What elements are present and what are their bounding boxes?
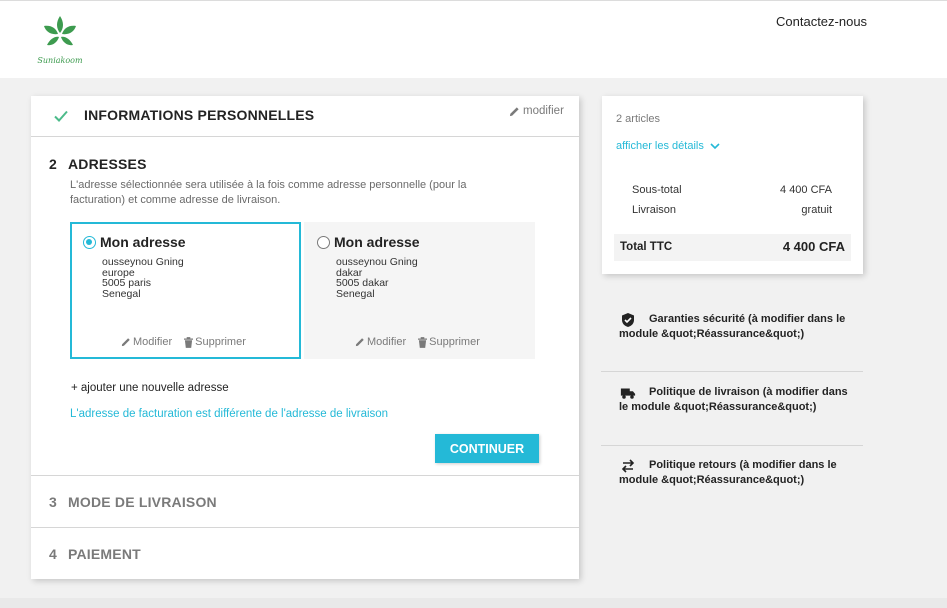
subtotal-row: Sous-total 4 400 CFA xyxy=(632,184,832,196)
trash-icon xyxy=(418,336,428,348)
step-addresses: 2 ADRESSES L'adresse sélectionnée sera u… xyxy=(31,137,579,476)
pencil-icon xyxy=(121,338,130,347)
edit-address-button[interactable]: Modifier xyxy=(355,336,406,348)
edit-address-button[interactable]: Modifier xyxy=(121,336,172,348)
chevron-down-icon xyxy=(710,142,720,149)
address-line: Senegal xyxy=(336,287,375,300)
leaf-logo-icon xyxy=(44,16,76,46)
step-title: PAIEMENT xyxy=(68,546,141,562)
address-line: 5005 dakar xyxy=(336,277,389,289)
edit-label: modifier xyxy=(523,105,564,117)
delete-address-button[interactable]: Supprimer xyxy=(184,336,246,348)
subtotal-value: 4 400 CFA xyxy=(780,184,832,196)
delete-address-button[interactable]: Supprimer xyxy=(418,336,480,348)
total-row: Total TTC 4 400 CFA xyxy=(614,234,851,261)
step-payment[interactable]: 4 PAIEMENT xyxy=(31,528,579,579)
edit-personal-info-link[interactable]: modifier xyxy=(509,105,564,117)
different-billing-link[interactable]: L'adresse de facturation est différente … xyxy=(70,408,388,420)
address-line: ousseynou Gning xyxy=(102,256,184,268)
check-icon xyxy=(54,110,68,122)
address-line: Senegal xyxy=(102,287,141,300)
step-number: 3 xyxy=(49,494,57,510)
address-radio-selected[interactable] xyxy=(83,235,96,249)
shipping-label: Livraison xyxy=(632,204,677,216)
continue-button[interactable]: CONTINUER xyxy=(435,434,539,463)
address-line: ousseynou Gning xyxy=(336,256,418,268)
step-delivery-mode[interactable]: 3 MODE DE LIVRAISON xyxy=(31,476,579,528)
address-actions: Modifier Supprimer xyxy=(121,336,246,348)
total-label: Total TTC xyxy=(620,241,673,253)
address-header: Mon adresse xyxy=(83,234,186,250)
delete-label: Supprimer xyxy=(429,336,480,348)
show-details-label: afficher les détails xyxy=(616,140,704,152)
address-title: Mon adresse xyxy=(334,234,420,250)
reassurance-text: Politique de livraison (à modifier dans … xyxy=(619,386,848,413)
subtotal-label: Sous-total xyxy=(632,184,682,196)
step-number: 2 xyxy=(49,156,57,172)
step-title: MODE DE LIVRAISON xyxy=(68,494,217,510)
reassurance-text: Garanties sécurité (à modifier dans le m… xyxy=(619,313,846,340)
brand-logo[interactable]: Suniakoom xyxy=(36,14,84,70)
pencil-icon xyxy=(355,338,364,347)
address-actions: Modifier Supprimer xyxy=(355,336,480,348)
step-number: 4 xyxy=(49,546,57,562)
trash-icon xyxy=(184,336,194,348)
edit-label: Modifier xyxy=(133,336,173,348)
address-radio[interactable] xyxy=(317,235,330,249)
total-value: 4 400 CFA xyxy=(782,239,845,254)
step-title: INFORMATIONS PERSONNELLES xyxy=(84,107,315,123)
article-count: 2 articles xyxy=(616,113,661,125)
page-footer-edge xyxy=(0,598,947,608)
address-note: L'adresse sélectionnée sera utilisée à l… xyxy=(70,179,467,206)
delete-label: Supprimer xyxy=(195,336,246,348)
cart-summary: 2 articles afficher les détails Sous-tot… xyxy=(602,96,863,274)
shipping-row: Livraison gratuit xyxy=(632,204,832,216)
address-lines: ousseynou Gning europe 5005 paris Senega… xyxy=(102,257,184,299)
logo-text: Suniakoom xyxy=(37,56,83,65)
site-header: Suniakoom Contactez-nous xyxy=(0,0,947,78)
address-card[interactable]: Mon adresse ousseynou Gning europe 5005 … xyxy=(70,222,301,359)
show-details-link[interactable]: afficher les détails xyxy=(616,140,720,152)
checkout-steps: INFORMATIONS PERSONNELLES modifier 2 ADR… xyxy=(31,96,579,579)
address-lines: ousseynou Gning dakar 5005 dakar Senegal xyxy=(336,257,418,299)
step-title: ADRESSES xyxy=(68,156,147,172)
reassurance-item: Garanties sécurité (à modifier dans le m… xyxy=(601,312,863,372)
address-line: 5005 paris xyxy=(102,277,152,289)
edit-label: Modifier xyxy=(367,336,407,348)
shipping-value: gratuit xyxy=(801,204,832,216)
pencil-icon xyxy=(509,106,519,116)
address-header: Mon adresse xyxy=(317,234,420,250)
contact-link[interactable]: Contactez-nous xyxy=(776,14,867,29)
step-personal-info[interactable]: INFORMATIONS PERSONNELLES modifier xyxy=(31,96,579,137)
add-address-link[interactable]: + ajouter une nouvelle adresse xyxy=(71,382,229,394)
address-title: Mon adresse xyxy=(100,234,186,250)
reassurance-text: Politique retours (à modifier dans le mo… xyxy=(619,459,837,486)
reassurance-item: Politique de livraison (à modifier dans … xyxy=(601,385,863,446)
reassurance-item: Politique retours (à modifier dans le mo… xyxy=(601,458,863,498)
address-card[interactable]: Mon adresse ousseynou Gning dakar 5005 d… xyxy=(304,222,535,359)
